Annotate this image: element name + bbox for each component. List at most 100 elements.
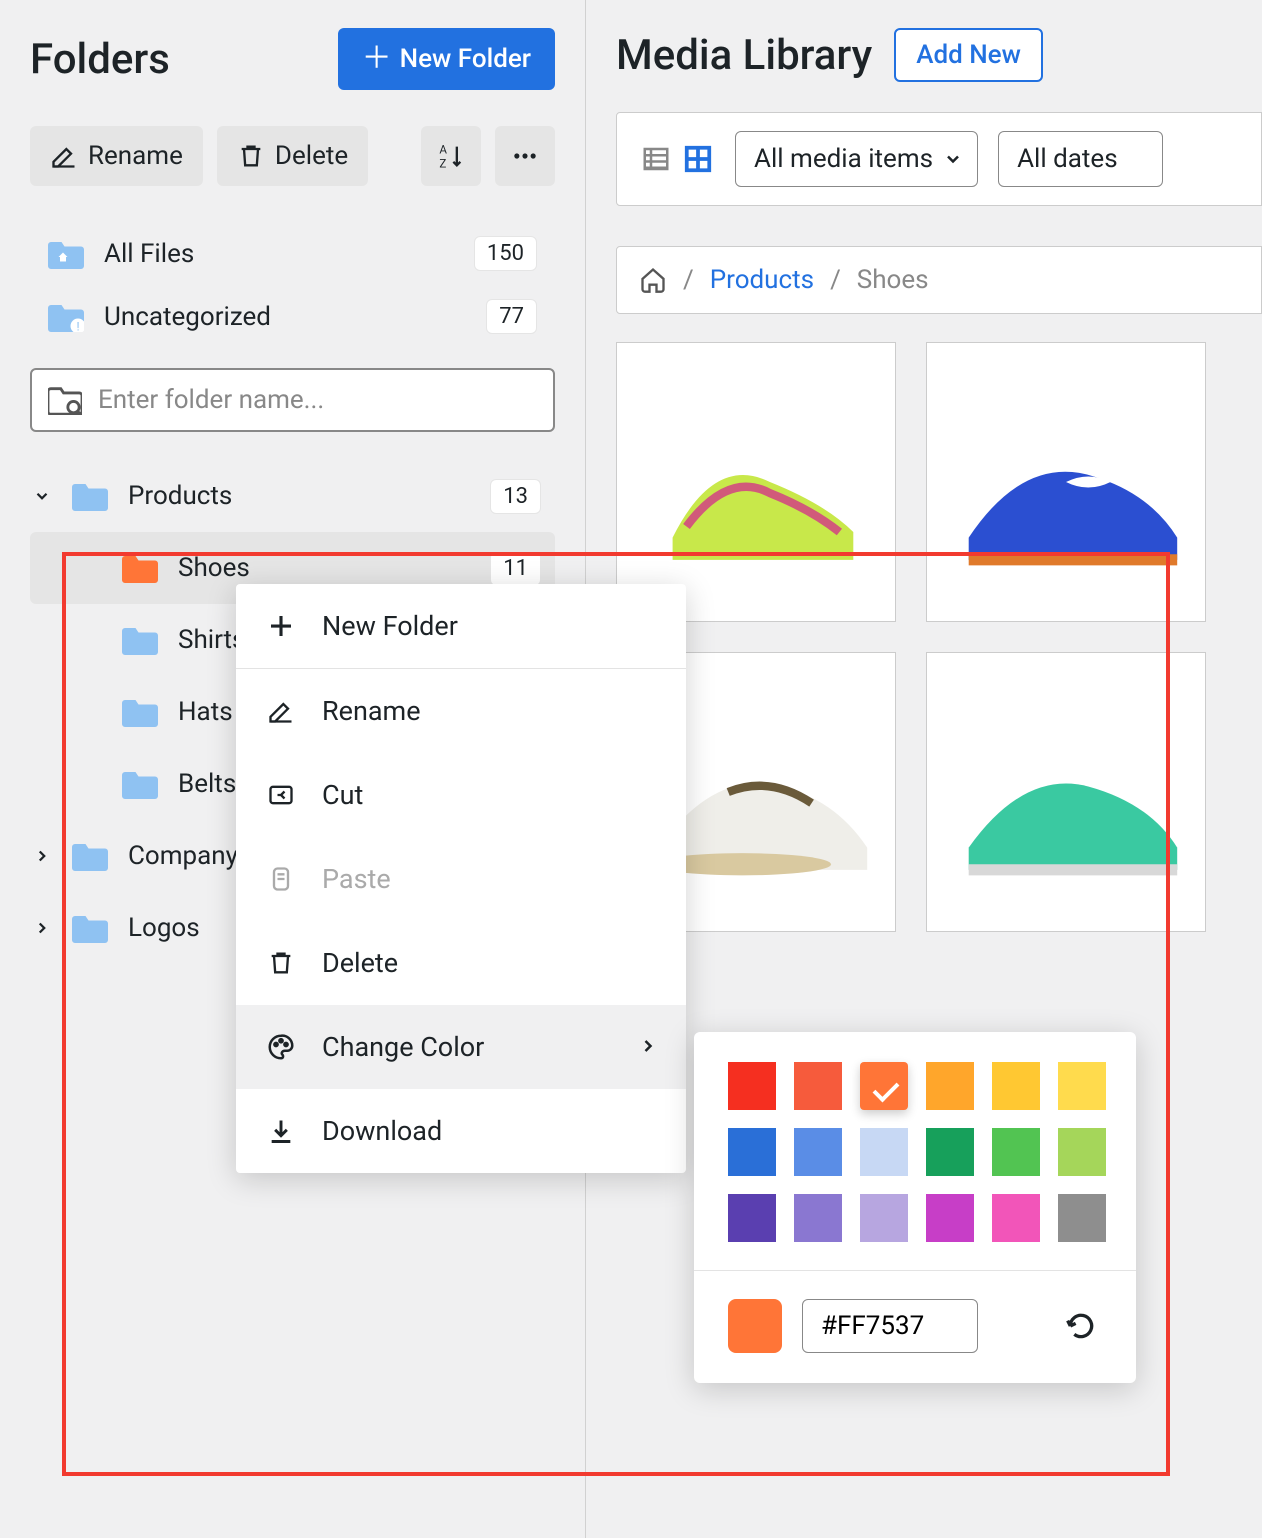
chevron-down-icon <box>943 149 963 169</box>
folder-icon <box>72 913 108 943</box>
media-item[interactable] <box>616 342 896 622</box>
paste-icon <box>264 862 298 896</box>
chevron-right-icon <box>638 1031 658 1063</box>
ctx-label: Delete <box>322 947 398 979</box>
uncategorized-label: Uncategorized <box>104 302 271 332</box>
ctx-cut[interactable]: Cut <box>236 753 686 837</box>
filter-type-select[interactable]: All media items <box>735 131 978 187</box>
ctx-download[interactable]: Download <box>236 1089 686 1173</box>
folder-icon <box>122 625 158 655</box>
breadcrumb-products-link[interactable]: Products <box>710 265 814 295</box>
tree-count: 11 <box>490 551 541 586</box>
svg-text:!: ! <box>76 319 79 332</box>
breadcrumb-sep: / <box>683 265 694 295</box>
dots-icon <box>511 142 539 170</box>
sort-az-icon: AZ <box>437 142 465 170</box>
color-swatch[interactable] <box>728 1194 776 1242</box>
rename-button[interactable]: Rename <box>30 126 203 186</box>
folder-alert-icon: ! <box>48 302 84 332</box>
folder-icon <box>122 553 158 583</box>
color-swatch[interactable] <box>1058 1062 1106 1110</box>
all-files-item[interactable]: All Files 150 <box>30 222 555 285</box>
color-swatch[interactable] <box>794 1062 842 1110</box>
more-options-button[interactable] <box>495 126 555 186</box>
ctx-change-color[interactable]: Change Color <box>236 1005 686 1089</box>
color-swatch[interactable] <box>860 1062 908 1110</box>
filter-type-value: All media items <box>754 144 933 174</box>
media-library-title: Media Library <box>616 31 872 80</box>
tree-label: Logos <box>128 913 200 943</box>
sort-az-button[interactable]: AZ <box>421 126 481 186</box>
media-item[interactable] <box>926 652 1206 932</box>
reset-color-button[interactable] <box>1060 1305 1102 1347</box>
svg-text:Z: Z <box>439 157 446 170</box>
palette-icon <box>264 1030 298 1064</box>
undo-icon <box>1065 1310 1097 1342</box>
chevron-right-icon[interactable] <box>30 847 54 865</box>
home-icon[interactable] <box>639 266 667 294</box>
color-swatch[interactable] <box>860 1128 908 1176</box>
ctx-delete[interactable]: Delete <box>236 921 686 1005</box>
color-swatch[interactable] <box>926 1128 974 1176</box>
uncategorized-count: 77 <box>486 299 537 334</box>
color-swatch[interactable] <box>992 1128 1040 1176</box>
rename-label: Rename <box>88 141 183 171</box>
uncategorized-item[interactable]: ! Uncategorized 77 <box>30 285 555 348</box>
new-folder-label: New Folder <box>400 44 531 74</box>
tree-label: Shoes <box>178 553 250 583</box>
media-item[interactable] <box>926 342 1206 622</box>
color-swatch[interactable] <box>794 1194 842 1242</box>
cut-icon <box>264 778 298 812</box>
ctx-label: Change Color <box>322 1031 484 1063</box>
grid-view-button[interactable] <box>681 142 715 176</box>
tree-row-products[interactable]: Products 13 <box>30 460 555 532</box>
chevron-down-icon[interactable] <box>30 487 54 505</box>
tree-count: 13 <box>490 479 541 514</box>
folder-icon <box>122 769 158 799</box>
all-files-count: 150 <box>474 236 537 271</box>
color-swatch[interactable] <box>794 1128 842 1176</box>
color-swatch[interactable] <box>926 1062 974 1110</box>
filter-bar: All media items All dates <box>616 112 1262 206</box>
breadcrumb: / Products / Shoes <box>616 246 1262 314</box>
add-new-button[interactable]: Add New <box>894 28 1043 82</box>
color-swatch[interactable] <box>1058 1128 1106 1176</box>
tree-label: Hats <box>178 697 233 727</box>
color-swatch[interactable] <box>860 1194 908 1242</box>
media-grid <box>616 342 1262 932</box>
color-swatch[interactable] <box>926 1194 974 1242</box>
download-icon <box>264 1114 298 1148</box>
ctx-label: Paste <box>322 863 391 895</box>
color-preview <box>728 1299 782 1353</box>
folder-search-icon <box>48 385 82 415</box>
color-swatch[interactable] <box>1058 1194 1106 1242</box>
folder-context-menu: New Folder Rename Cut Paste Delete Chang… <box>236 584 686 1173</box>
delete-button[interactable]: Delete <box>217 126 368 186</box>
color-swatch[interactable] <box>728 1128 776 1176</box>
filter-date-select[interactable]: All dates <box>998 131 1163 187</box>
color-swatch[interactable] <box>728 1062 776 1110</box>
ctx-label: New Folder <box>322 610 458 642</box>
ctx-label: Cut <box>322 779 363 811</box>
all-files-label: All Files <box>104 239 194 269</box>
svg-text:A: A <box>439 143 447 157</box>
folder-icon <box>122 697 158 727</box>
tree-label: Products <box>128 481 232 511</box>
hex-input[interactable] <box>802 1299 978 1353</box>
folder-home-icon <box>48 239 84 269</box>
ctx-paste: Paste <box>236 837 686 921</box>
delete-label: Delete <box>275 141 348 171</box>
folder-toolbar: Rename Delete AZ <box>30 126 555 186</box>
folders-title: Folders <box>30 35 170 84</box>
list-view-button[interactable] <box>639 142 673 176</box>
color-swatch[interactable] <box>992 1194 1040 1242</box>
tree-label: Belts <box>178 769 236 799</box>
color-swatch[interactable] <box>992 1062 1040 1110</box>
folder-search-input[interactable] <box>30 368 555 432</box>
trash-icon <box>237 142 265 170</box>
breadcrumb-current: Shoes <box>857 265 929 295</box>
ctx-new-folder[interactable]: New Folder <box>236 584 686 668</box>
ctx-rename[interactable]: Rename <box>236 669 686 753</box>
new-folder-button[interactable]: ＋ New Folder <box>338 28 555 90</box>
chevron-right-icon[interactable] <box>30 919 54 937</box>
